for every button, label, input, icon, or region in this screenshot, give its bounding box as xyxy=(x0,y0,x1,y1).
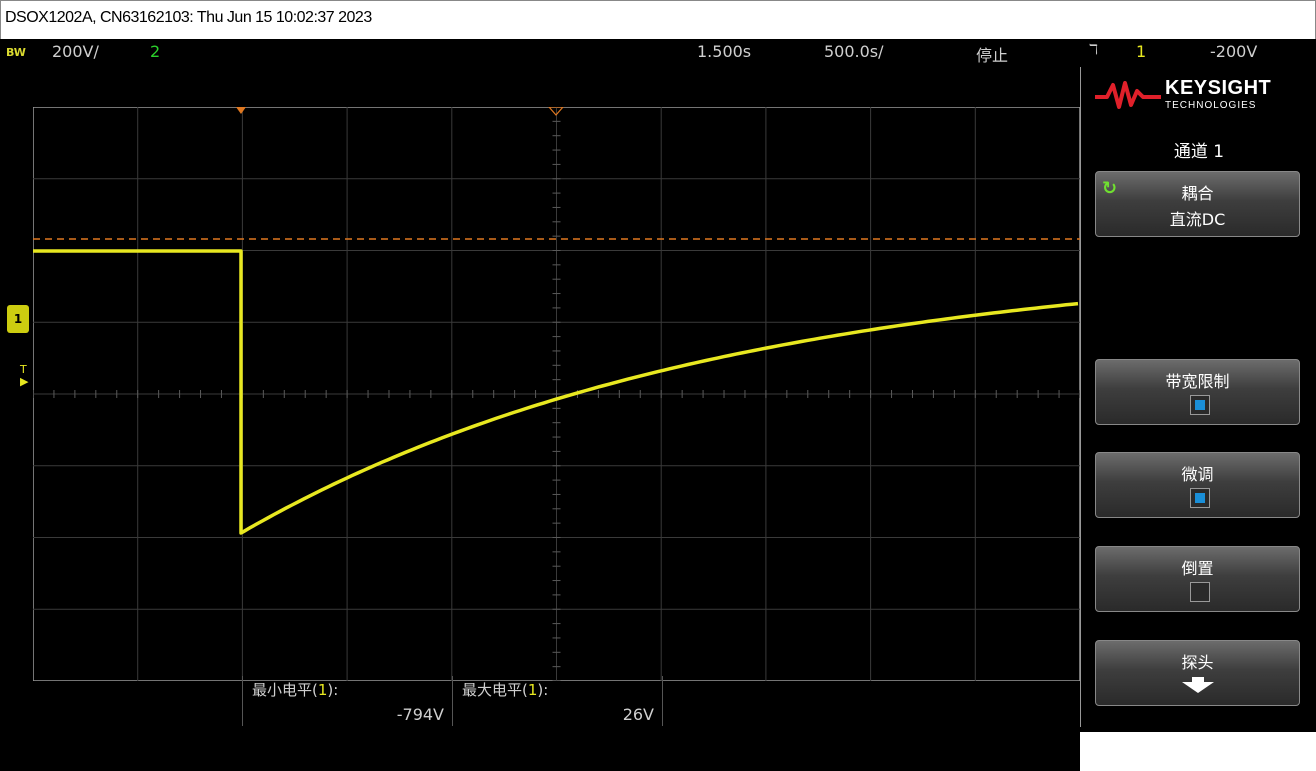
softkey-label: 微调 xyxy=(1181,465,1214,484)
channel1-vertical-scale[interactable]: 200V/ xyxy=(52,42,99,61)
left-marker-rail: 1 T ▶ xyxy=(0,106,33,682)
status-bar: BW 200V/ 2 1.500s 500.0s/ 停止 ℸ 1 -200V xyxy=(0,39,1316,67)
fine-adjust-softkey[interactable]: 微调 xyxy=(1095,452,1300,518)
horizontal-delay[interactable]: 1.500s xyxy=(697,42,751,61)
trigger-marker-label: T xyxy=(20,363,27,376)
window-title-bar: DSOX1202A, CN63162103: Thu Jun 15 10:02:… xyxy=(0,0,1316,40)
softkey-panel: KEYSIGHT TECHNOLOGIES 通道 1 ↻ 耦合 直流DC 带宽限… xyxy=(1080,67,1316,727)
trigger-level[interactable]: -200V xyxy=(1210,42,1257,61)
arrow-down-icon xyxy=(1182,677,1214,693)
measurement-value-min: -794V xyxy=(396,705,444,724)
bandwidth-limit-checkbox[interactable] xyxy=(1190,395,1210,415)
measurement-divider xyxy=(242,676,243,726)
brand-subtitle: TECHNOLOGIES xyxy=(1165,100,1257,111)
softkey-label: 倒置 xyxy=(1181,559,1214,578)
invert-checkbox[interactable] xyxy=(1190,582,1210,602)
trigger-edge-icon: ℸ xyxy=(1089,42,1099,58)
run-stop-status: 停止 xyxy=(976,46,1009,65)
channel1-ground-marker[interactable]: 1 xyxy=(7,305,29,333)
softkey-label: 探头 xyxy=(1181,653,1214,672)
fine-adjust-checkbox[interactable] xyxy=(1190,488,1210,508)
measurement-label-max: 最大电平(1): xyxy=(462,681,549,699)
measurement-divider xyxy=(662,676,663,726)
softkey-value: 直流DC xyxy=(1169,210,1226,229)
bandwidth-limit-indicator: BW xyxy=(6,46,26,59)
measurement-label-min: 最小电平(1): xyxy=(252,681,339,699)
probe-softkey[interactable]: 探头 xyxy=(1095,640,1300,706)
measurement-divider xyxy=(452,676,453,726)
menu-title: 通道 1 xyxy=(1173,142,1225,162)
trigger-source-channel: 1 xyxy=(1136,42,1147,61)
horizontal-timebase[interactable]: 500.0s/ xyxy=(824,42,884,61)
softkey-label: 带宽限制 xyxy=(1165,372,1230,391)
coupling-softkey[interactable]: ↻ 耦合 直流DC xyxy=(1095,171,1300,237)
keysight-wave-icon xyxy=(1095,81,1161,109)
keysight-logo: KEYSIGHT TECHNOLOGIES xyxy=(1081,67,1316,125)
channel2-indicator[interactable]: 2 xyxy=(150,42,160,61)
waveform-graticule[interactable] xyxy=(33,107,1080,681)
invert-softkey[interactable]: 倒置 xyxy=(1095,546,1300,612)
softkey-label: 耦合 xyxy=(1181,184,1214,203)
brand-name: KEYSIGHT xyxy=(1165,77,1272,99)
bandwidth-limit-softkey[interactable]: 带宽限制 xyxy=(1095,359,1300,425)
window-title: DSOX1202A, CN63162103: Thu Jun 15 10:02:… xyxy=(5,9,372,26)
measurement-value-max: 26V xyxy=(622,705,654,724)
trigger-level-marker[interactable]: T ▶ xyxy=(20,364,28,388)
